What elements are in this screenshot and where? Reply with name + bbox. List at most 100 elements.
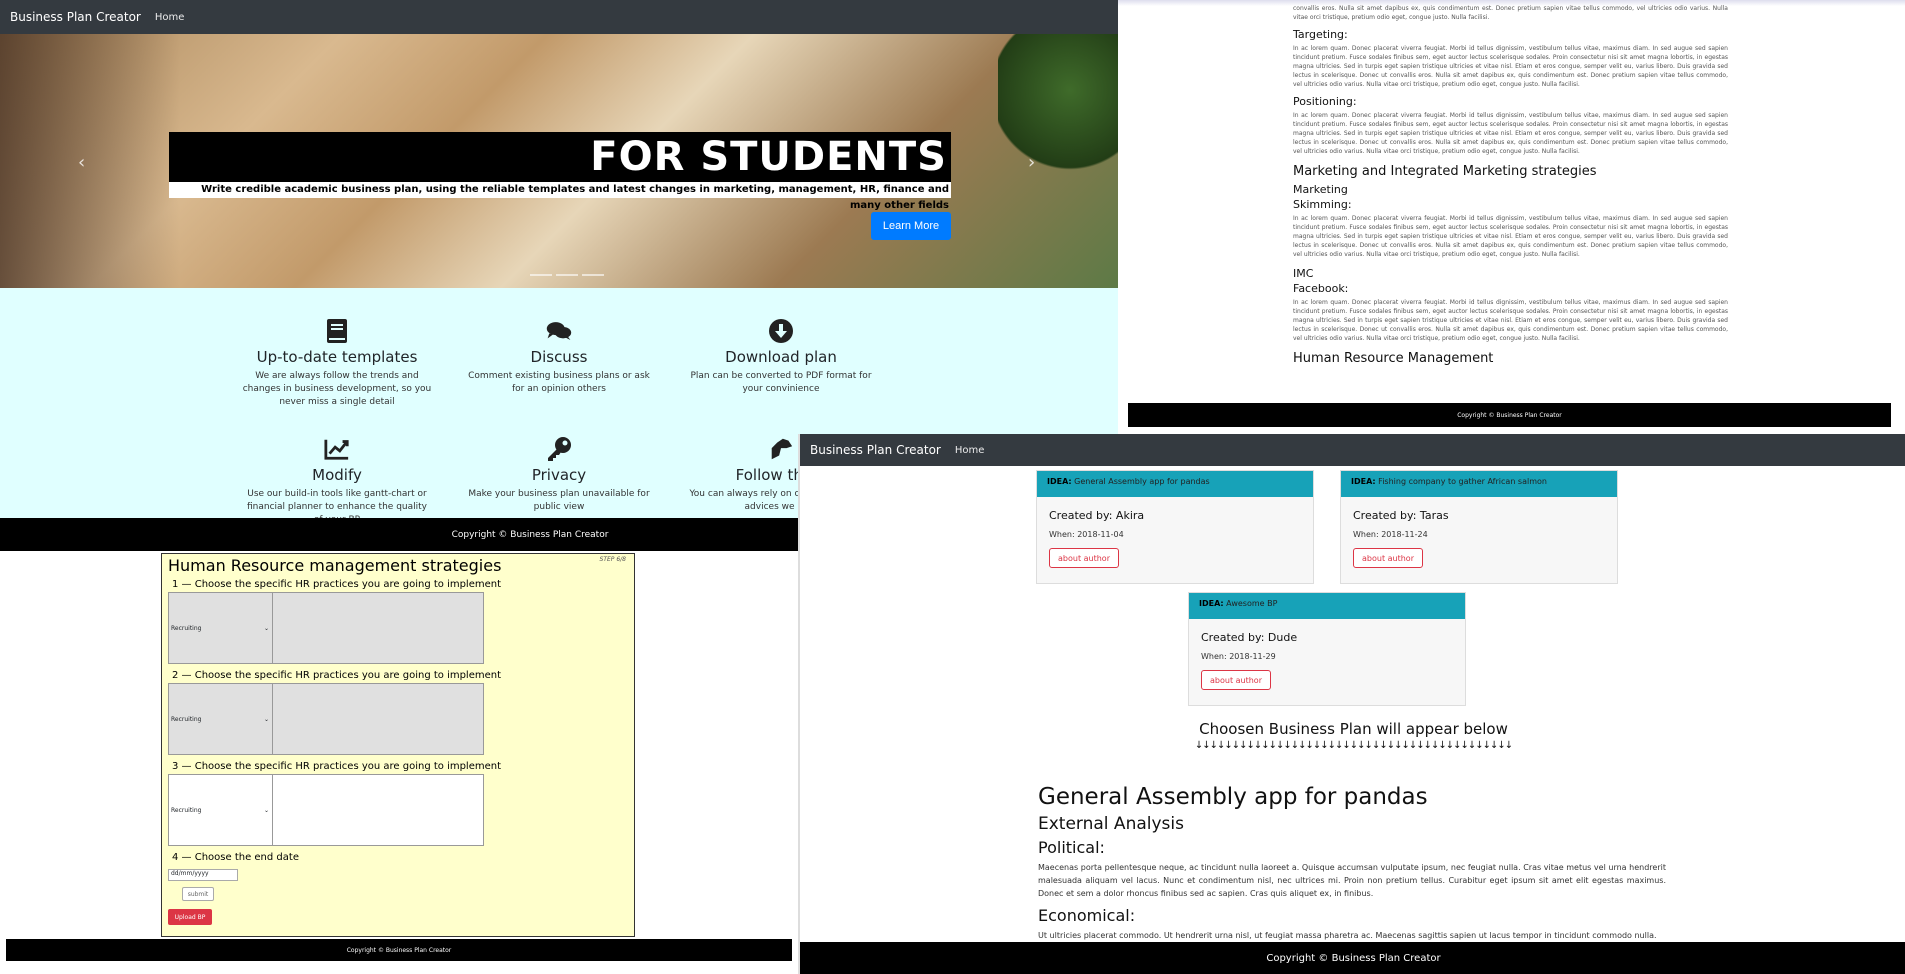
footer-copyright: Copyright © Business Plan Creator bbox=[1457, 411, 1562, 419]
question-1: 1 — Choose the specific HR practices you… bbox=[172, 579, 502, 590]
doc-heading: Facebook: bbox=[1293, 282, 1349, 295]
key-icon bbox=[546, 436, 572, 462]
hr-form: Human Resource management strategies STE… bbox=[161, 553, 635, 937]
about-author-button[interactable]: about author bbox=[1201, 670, 1271, 690]
submit-button[interactable]: submit bbox=[182, 887, 214, 901]
doc-heading: IMC bbox=[1293, 267, 1314, 280]
about-author-button[interactable]: about author bbox=[1049, 548, 1119, 568]
chevron-right-icon[interactable]: › bbox=[1028, 152, 1035, 173]
footer: Copyright © Business Plan Creator bbox=[6, 939, 792, 961]
idea-card: IDEA: General Assembly app for pandas Cr… bbox=[1036, 470, 1314, 584]
footer: Copyright © Business Plan Creator bbox=[0, 518, 800, 551]
feature-title: Up-to-date templates bbox=[256, 348, 418, 366]
select-value: Recruiting bbox=[171, 715, 202, 723]
hr-practice-textarea-1[interactable] bbox=[273, 593, 483, 663]
bp-subsection-title: Economical: bbox=[1038, 906, 1136, 925]
document-panel: convallis eros. Nulla sit amet dapibus e… bbox=[1118, 0, 1905, 430]
form-title: Human Resource management strategies bbox=[168, 556, 502, 575]
ideas-panel: Business Plan Creator Home IDEA: General… bbox=[798, 434, 1905, 974]
chart-line-icon bbox=[324, 436, 350, 462]
feature-title: Modify bbox=[312, 466, 362, 484]
hr-practice-select-1[interactable]: Recruiting ⌄ bbox=[169, 593, 273, 663]
upload-bp-button[interactable]: Upload BP bbox=[168, 909, 212, 925]
idea-name: General Assembly app for pandas bbox=[1074, 477, 1210, 486]
idea-author: Created by: Dude bbox=[1201, 631, 1298, 644]
footer: Copyright © Business Plan Creator bbox=[800, 942, 1905, 974]
brand-link[interactable]: Business Plan Creator bbox=[810, 443, 941, 457]
bp-paragraph: Maecenas porta pellentesque neque, ac ti… bbox=[1038, 863, 1666, 898]
chevron-left-icon[interactable]: ‹ bbox=[78, 152, 85, 173]
carousel-indicator[interactable] bbox=[582, 274, 604, 276]
book-icon bbox=[324, 318, 350, 344]
idea-label: IDEA: bbox=[1351, 477, 1376, 486]
hero-photo-plant bbox=[998, 34, 1118, 174]
chosen-business-plan: General Assembly app for pandas External… bbox=[1038, 784, 1666, 948]
doc-section-title: Marketing and Integrated Marketing strat… bbox=[1293, 164, 1597, 179]
feature-desc: We are always follow the trends and chan… bbox=[242, 371, 432, 407]
idea-date: When: 2018-11-04 bbox=[1049, 530, 1124, 539]
idea-header: IDEA: Awesome BP bbox=[1189, 593, 1465, 619]
hero-photo-shade bbox=[0, 34, 180, 288]
doc-heading: Marketing bbox=[1293, 183, 1348, 196]
feature-title: Download plan bbox=[725, 348, 837, 366]
about-author-button[interactable]: about author bbox=[1353, 548, 1423, 568]
hr-practice-textarea-2[interactable] bbox=[273, 684, 483, 754]
question-3-row: Recruiting ⌄ bbox=[168, 774, 484, 846]
hr-form-panel: Human Resource management strategies STE… bbox=[0, 551, 800, 974]
doc-section-title: Human Resource Management bbox=[1293, 351, 1494, 366]
question-2: 2 — Choose the specific HR practices you… bbox=[172, 670, 502, 681]
doc-paragraph: convallis eros. Nulla sit amet dapibus e… bbox=[1293, 5, 1728, 21]
arrows-down-icon: ↓↓↓↓↓↓↓↓↓↓↓↓↓↓↓↓↓↓↓↓↓↓↓↓↓↓↓↓↓↓↓↓↓↓↓↓↓↓↓↓… bbox=[1194, 740, 1513, 751]
hero-headline: FOR STUDENTS bbox=[169, 132, 951, 182]
idea-card: IDEA: Fishing company to gather African … bbox=[1340, 470, 1618, 584]
doc-heading: Skimming: bbox=[1293, 198, 1352, 211]
idea-author: Created by: Taras bbox=[1353, 509, 1449, 522]
hr-practice-select-3[interactable]: Recruiting ⌄ bbox=[169, 775, 273, 845]
hand-icon bbox=[768, 436, 794, 462]
footer: Copyright © Business Plan Creator bbox=[1128, 403, 1891, 427]
doc-paragraph: In ac lorem quam. Donec placerat viverra… bbox=[1293, 299, 1728, 342]
doc-paragraph: In ac lorem quam. Donec placerat viverra… bbox=[1293, 45, 1728, 88]
feature-modify: Modify Use our build-in tools like gantt… bbox=[242, 436, 432, 527]
step-indicator: STEP 6/8 bbox=[599, 556, 626, 563]
navbar: Business Plan Creator Home bbox=[0, 0, 1118, 34]
question-1-row: Recruiting ⌄ bbox=[168, 592, 484, 664]
feature-desc: Plan can be converted to PDF format for … bbox=[690, 371, 872, 394]
hero-subtitle: Write credible academic business plan, u… bbox=[169, 182, 951, 211]
feature-discuss: Discuss Comment existing business plans … bbox=[464, 318, 654, 396]
hr-practice-select-2[interactable]: Recruiting ⌄ bbox=[169, 684, 273, 754]
nav-home-link[interactable]: Home bbox=[955, 445, 985, 456]
idea-card: IDEA: Awesome BP Created by: Dude When: … bbox=[1188, 592, 1466, 706]
bp-paragraph: Ut ultricies placerat commodo. Ut hendre… bbox=[1038, 931, 1657, 940]
select-value: Recruiting bbox=[171, 624, 202, 632]
learn-more-button[interactable]: Learn More bbox=[871, 212, 951, 240]
carousel-indicators bbox=[530, 274, 604, 276]
idea-header: IDEA: Fishing company to gather African … bbox=[1341, 471, 1617, 497]
carousel-indicator[interactable] bbox=[556, 274, 578, 276]
end-date-input[interactable]: dd/mm/yyyy bbox=[168, 869, 238, 881]
comments-icon bbox=[546, 318, 572, 344]
feature-title: Discuss bbox=[530, 348, 588, 366]
select-value: Recruiting bbox=[171, 806, 202, 814]
idea-name: Fishing company to gather African salmon bbox=[1378, 477, 1547, 486]
hero-carousel: ‹ › FOR STUDENTS Write credible academic… bbox=[0, 34, 1118, 288]
hr-practice-textarea-3[interactable] bbox=[273, 775, 483, 845]
bp-title: General Assembly app for pandas bbox=[1038, 784, 1428, 810]
idea-header: IDEA: General Assembly app for pandas bbox=[1037, 471, 1313, 497]
chosen-bp-hint: Choosen Business Plan will appear below bbox=[1199, 720, 1508, 738]
footer-copyright: Copyright © Business Plan Creator bbox=[1266, 952, 1441, 964]
doc-heading: Targeting: bbox=[1293, 28, 1348, 41]
doc-paragraph: In ac lorem quam. Donec placerat viverra… bbox=[1293, 112, 1728, 155]
brand-link[interactable]: Business Plan Creator bbox=[10, 10, 141, 24]
idea-date: When: 2018-11-29 bbox=[1201, 652, 1276, 661]
nav-home-link[interactable]: Home bbox=[155, 12, 185, 23]
doc-heading: Positioning: bbox=[1293, 95, 1357, 108]
question-2-row: Recruiting ⌄ bbox=[168, 683, 484, 755]
footer-copyright: Copyright © Business Plan Creator bbox=[346, 946, 452, 954]
idea-author: Created by: Akira bbox=[1049, 509, 1145, 522]
carousel-indicator[interactable] bbox=[530, 274, 552, 276]
idea-label: IDEA: bbox=[1047, 477, 1072, 486]
feature-desc: Comment existing business plans or ask f… bbox=[468, 371, 650, 394]
idea-label: IDEA: bbox=[1199, 599, 1224, 608]
question-3: 3 — Choose the specific HR practices you… bbox=[172, 761, 502, 772]
